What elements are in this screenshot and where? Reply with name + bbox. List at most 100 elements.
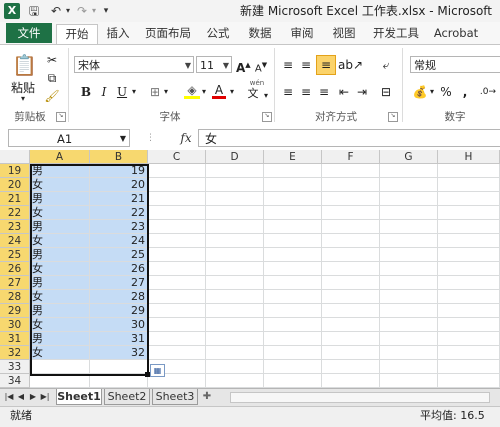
fill-color-icon[interactable]: ◈	[184, 82, 200, 99]
row-header[interactable]: 30	[0, 318, 30, 332]
tab-page-layout[interactable]: 页面布局	[140, 24, 196, 44]
name-box[interactable]: A1 ▼	[8, 129, 130, 147]
cut-icon[interactable]: ✂	[44, 52, 60, 68]
align-right-icon[interactable]: ≡	[316, 84, 332, 100]
first-sheet-icon[interactable]: |◀	[4, 390, 14, 404]
empty-cell[interactable]	[438, 374, 500, 388]
decrease-indent-icon[interactable]: ⇤	[336, 84, 352, 100]
tab-home[interactable]: 开始	[56, 24, 98, 45]
empty-cell[interactable]	[206, 164, 264, 178]
empty-cell[interactable]	[380, 164, 438, 178]
sheet-tab-3[interactable]: Sheet3	[152, 389, 198, 405]
cell-a[interactable]: 女	[30, 318, 90, 332]
formula-input[interactable]: 女	[198, 129, 500, 147]
empty-cell[interactable]	[322, 192, 380, 206]
empty-cell[interactable]	[264, 360, 322, 374]
empty-cell[interactable]	[206, 192, 264, 206]
column-header-a[interactable]: A	[30, 150, 90, 164]
empty-cell[interactable]	[380, 290, 438, 304]
empty-cell[interactable]	[206, 318, 264, 332]
borders-dropdown-icon[interactable]: ▾	[162, 84, 170, 100]
phonetic-dropdown-icon[interactable]: ▾	[262, 88, 270, 104]
underline-button[interactable]: U	[116, 84, 128, 100]
column-header-h[interactable]: H	[438, 150, 500, 164]
empty-cell[interactable]	[264, 262, 322, 276]
next-sheet-icon[interactable]: ▶	[28, 390, 38, 404]
empty-cell[interactable]	[206, 290, 264, 304]
empty-cell[interactable]	[206, 262, 264, 276]
merge-center-icon[interactable]: ⊟	[378, 84, 394, 100]
empty-cell[interactable]	[206, 234, 264, 248]
accounting-dropdown-icon[interactable]: ▾	[428, 84, 436, 100]
empty-cell[interactable]	[148, 164, 206, 178]
paste-dropdown-icon[interactable]: ▾	[18, 95, 28, 103]
empty-cell[interactable]	[438, 234, 500, 248]
align-bottom-icon[interactable]: ≡	[316, 55, 336, 75]
empty-cell[interactable]	[148, 290, 206, 304]
copy-icon[interactable]: ⧉	[44, 70, 60, 86]
tab-view[interactable]: 视图	[326, 24, 362, 44]
tab-formulas[interactable]: 公式	[200, 24, 236, 44]
cell-a[interactable]	[30, 360, 90, 374]
empty-cell[interactable]	[322, 206, 380, 220]
clipboard-launcher-icon[interactable]: ↘	[56, 112, 66, 122]
cell-b[interactable]: 22	[90, 206, 148, 220]
cell-a[interactable]: 女	[30, 262, 90, 276]
empty-cell[interactable]	[380, 192, 438, 206]
sheet-tab-2[interactable]: Sheet2	[104, 389, 150, 405]
cell-a[interactable]: 男	[30, 304, 90, 318]
empty-cell[interactable]	[380, 374, 438, 388]
empty-cell[interactable]	[380, 318, 438, 332]
cell-a[interactable]: 女	[30, 234, 90, 248]
last-sheet-icon[interactable]: ▶|	[40, 390, 50, 404]
align-top-icon[interactable]: ≡	[280, 57, 296, 73]
cell-a[interactable]: 男	[30, 276, 90, 290]
empty-cell[interactable]	[322, 290, 380, 304]
cell-b[interactable]	[90, 374, 148, 388]
empty-cell[interactable]	[206, 304, 264, 318]
empty-cell[interactable]	[380, 248, 438, 262]
insert-sheet-icon[interactable]: ✚	[200, 390, 214, 404]
empty-cell[interactable]	[148, 346, 206, 360]
empty-cell[interactable]	[206, 374, 264, 388]
row-header[interactable]: 25	[0, 248, 30, 262]
cell-a[interactable]: 女	[30, 206, 90, 220]
empty-cell[interactable]	[264, 248, 322, 262]
row-header[interactable]: 22	[0, 206, 30, 220]
empty-cell[interactable]	[438, 262, 500, 276]
empty-cell[interactable]	[438, 164, 500, 178]
tab-acrobat[interactable]: Acrobat	[430, 24, 482, 44]
empty-cell[interactable]	[380, 262, 438, 276]
accounting-format-icon[interactable]: 💰	[412, 84, 428, 100]
empty-cell[interactable]	[264, 220, 322, 234]
cell-a[interactable]: 男	[30, 248, 90, 262]
empty-cell[interactable]	[380, 220, 438, 234]
select-all-corner[interactable]	[0, 150, 30, 164]
empty-cell[interactable]	[322, 220, 380, 234]
empty-cell[interactable]	[148, 262, 206, 276]
cell-a[interactable]: 男	[30, 164, 90, 178]
cell-b[interactable]: 28	[90, 290, 148, 304]
empty-cell[interactable]	[322, 346, 380, 360]
cell-a[interactable]: 男	[30, 332, 90, 346]
save-icon[interactable]: 🖫	[26, 3, 42, 19]
empty-cell[interactable]	[322, 234, 380, 248]
empty-cell[interactable]	[438, 178, 500, 192]
insert-function-button[interactable]: fx	[176, 129, 196, 147]
cell-b[interactable]: 24	[90, 234, 148, 248]
empty-cell[interactable]	[206, 346, 264, 360]
font-size-combo[interactable]: 11 ▼	[196, 56, 232, 73]
empty-cell[interactable]	[148, 318, 206, 332]
empty-cell[interactable]	[148, 276, 206, 290]
cell-a[interactable]: 男	[30, 192, 90, 206]
empty-cell[interactable]	[264, 192, 322, 206]
empty-cell[interactable]	[438, 360, 500, 374]
row-header[interactable]: 32	[0, 346, 30, 360]
empty-cell[interactable]	[380, 346, 438, 360]
empty-cell[interactable]	[206, 178, 264, 192]
font-color-button[interactable]: A	[212, 82, 226, 99]
empty-cell[interactable]	[438, 332, 500, 346]
row-header[interactable]: 34	[0, 374, 30, 388]
increase-indent-icon[interactable]: ⇥	[354, 84, 370, 100]
empty-cell[interactable]	[322, 360, 380, 374]
